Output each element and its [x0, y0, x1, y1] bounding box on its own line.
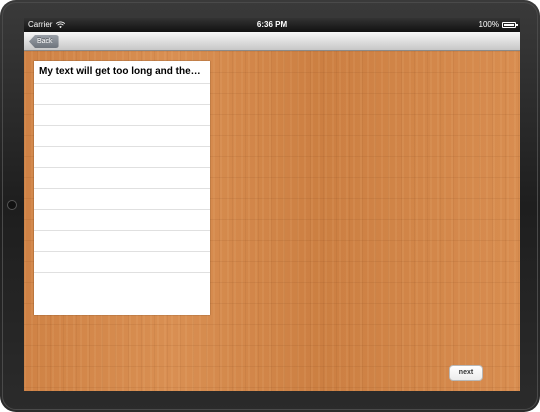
wood-background: My text will get too long and then... ne… [24, 51, 520, 391]
next-button[interactable]: next [449, 365, 483, 381]
table-row[interactable] [34, 251, 210, 272]
table-row[interactable] [34, 83, 210, 104]
navigation-bar: Back [24, 32, 520, 51]
status-bar: Carrier 6:36 PM 100% [24, 18, 520, 32]
battery-fill [504, 24, 514, 26]
battery-icon [502, 22, 518, 28]
table-row[interactable] [34, 188, 210, 209]
table-header-title: My text will get too long and then... [39, 66, 206, 77]
table-rows [34, 83, 210, 293]
battery-percent: 100% [478, 20, 499, 29]
table-row[interactable] [34, 104, 210, 125]
status-right: 100% [478, 18, 518, 32]
table-row[interactable] [34, 230, 210, 251]
table-row[interactable] [34, 209, 210, 230]
table-row[interactable] [34, 167, 210, 188]
back-button[interactable]: Back [29, 35, 59, 48]
camera-dot [7, 200, 17, 210]
ipad-frame: Carrier 6:36 PM 100% Back My text will g… [0, 0, 540, 412]
table-view[interactable]: My text will get too long and then... [34, 61, 210, 315]
screen: Carrier 6:36 PM 100% Back My text will g… [24, 18, 520, 391]
table-row[interactable] [34, 146, 210, 167]
clock: 6:36 PM [256, 20, 288, 29]
table-row[interactable] [34, 125, 210, 146]
table-row[interactable] [34, 272, 210, 293]
